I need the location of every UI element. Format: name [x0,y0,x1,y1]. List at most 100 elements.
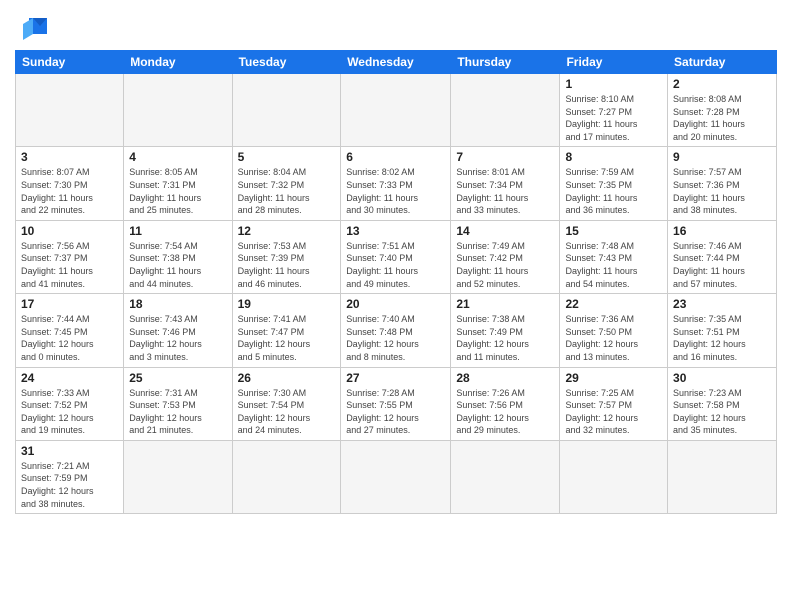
calendar-cell: 18 Sunrise: 7:43 AM Sunset: 7:46 PM Dayli… [124,294,232,367]
calendar-cell: 17Sunrise: 7:44 AM Sunset: 7:45 PM Dayli… [16,294,124,367]
day-number: 5 [238,150,336,164]
day-number: 21 [456,297,554,311]
day-number: 10 [21,224,118,238]
day-number: 3 [21,150,118,164]
day-info: Sunrise: 7:46 AM Sunset: 7:44 PM Dayligh… [673,240,771,290]
calendar-cell: 15 Sunrise: 7:48 AM Sunset: 7:43 PM Dayli… [560,220,668,293]
calendar-table: SundayMondayTuesdayWednesdayThursdayFrid… [15,50,777,514]
calendar-cell: 16 Sunrise: 7:46 AM Sunset: 7:44 PM Dayli… [668,220,777,293]
day-info: Sunrise: 8:05 AM Sunset: 7:31 PM Dayligh… [129,166,226,216]
calendar-cell: 19Sunrise: 7:41 AM Sunset: 7:47 PM Dayli… [232,294,341,367]
calendar-cell: 20Sunrise: 7:40 AM Sunset: 7:48 PM Dayli… [341,294,451,367]
calendar-cell [560,440,668,513]
day-number: 24 [21,371,118,385]
weekday-header-tuesday: Tuesday [232,51,341,74]
day-number: 22 [565,297,662,311]
day-info: Sunrise: 7:36 AM Sunset: 7:50 PM Dayligh… [565,313,662,363]
calendar-cell: 23 Sunrise: 7:35 AM Sunset: 7:51 PM Dayli… [668,294,777,367]
day-number: 14 [456,224,554,238]
day-number: 2 [673,77,771,91]
week-row-4: 17Sunrise: 7:44 AM Sunset: 7:45 PM Dayli… [16,294,777,367]
calendar-cell: 24Sunrise: 7:33 AM Sunset: 7:52 PM Dayli… [16,367,124,440]
calendar-cell [232,440,341,513]
day-number: 18 [129,297,226,311]
day-number: 6 [346,150,445,164]
week-row-5: 24Sunrise: 7:33 AM Sunset: 7:52 PM Dayli… [16,367,777,440]
calendar-cell: 11Sunrise: 7:54 AM Sunset: 7:38 PM Dayli… [124,220,232,293]
week-row-6: 31 Sunrise: 7:21 AM Sunset: 7:59 PM Dayli… [16,440,777,513]
day-number: 19 [238,297,336,311]
day-info: Sunrise: 7:25 AM Sunset: 7:57 PM Dayligh… [565,387,662,437]
calendar-cell: 13 Sunrise: 7:51 AM Sunset: 7:40 PM Dayli… [341,220,451,293]
day-number: 20 [346,297,445,311]
calendar-cell: 8 Sunrise: 7:59 AM Sunset: 7:35 PM Daylig… [560,147,668,220]
calendar-cell [124,74,232,147]
calendar-cell: 3Sunrise: 8:07 AM Sunset: 7:30 PM Daylig… [16,147,124,220]
calendar-cell [124,440,232,513]
day-number: 28 [456,371,554,385]
day-number: 13 [346,224,445,238]
day-info: Sunrise: 7:56 AM Sunset: 7:37 PM Dayligh… [21,240,118,290]
day-info: Sunrise: 7:57 AM Sunset: 7:36 PM Dayligh… [673,166,771,216]
weekday-header-wednesday: Wednesday [341,51,451,74]
page-header [15,10,777,42]
week-row-1: 1Sunrise: 8:10 AM Sunset: 7:27 PM Daylig… [16,74,777,147]
weekday-header-saturday: Saturday [668,51,777,74]
week-row-3: 10 Sunrise: 7:56 AM Sunset: 7:37 PM Dayli… [16,220,777,293]
logo [15,14,51,42]
day-number: 30 [673,371,771,385]
day-number: 26 [238,371,336,385]
day-number: 16 [673,224,771,238]
day-info: Sunrise: 7:38 AM Sunset: 7:49 PM Dayligh… [456,313,554,363]
day-info: Sunrise: 8:01 AM Sunset: 7:34 PM Dayligh… [456,166,554,216]
weekday-header-monday: Monday [124,51,232,74]
calendar-cell: 4 Sunrise: 8:05 AM Sunset: 7:31 PM Daylig… [124,147,232,220]
calendar-cell: 22 Sunrise: 7:36 AM Sunset: 7:50 PM Dayli… [560,294,668,367]
day-info: Sunrise: 7:59 AM Sunset: 7:35 PM Dayligh… [565,166,662,216]
day-info: Sunrise: 7:35 AM Sunset: 7:51 PM Dayligh… [673,313,771,363]
calendar-cell: 14 Sunrise: 7:49 AM Sunset: 7:42 PM Dayli… [451,220,560,293]
day-info: Sunrise: 7:49 AM Sunset: 7:42 PM Dayligh… [456,240,554,290]
day-info: Sunrise: 7:21 AM Sunset: 7:59 PM Dayligh… [21,460,118,510]
day-number: 15 [565,224,662,238]
calendar-cell [451,74,560,147]
day-info: Sunrise: 8:08 AM Sunset: 7:28 PM Dayligh… [673,93,771,143]
calendar-cell: 6 Sunrise: 8:02 AM Sunset: 7:33 PM Daylig… [341,147,451,220]
calendar-cell: 27Sunrise: 7:28 AM Sunset: 7:55 PM Dayli… [341,367,451,440]
weekday-header-row: SundayMondayTuesdayWednesdayThursdayFrid… [16,51,777,74]
calendar-cell: 31 Sunrise: 7:21 AM Sunset: 7:59 PM Dayli… [16,440,124,513]
day-info: Sunrise: 7:28 AM Sunset: 7:55 PM Dayligh… [346,387,445,437]
day-number: 31 [21,444,118,458]
day-info: Sunrise: 8:02 AM Sunset: 7:33 PM Dayligh… [346,166,445,216]
weekday-header-friday: Friday [560,51,668,74]
weekday-header-sunday: Sunday [16,51,124,74]
day-number: 1 [565,77,662,91]
calendar-cell: 1Sunrise: 8:10 AM Sunset: 7:27 PM Daylig… [560,74,668,147]
day-number: 4 [129,150,226,164]
day-info: Sunrise: 7:53 AM Sunset: 7:39 PM Dayligh… [238,240,336,290]
calendar-cell [232,74,341,147]
calendar-cell: 26 Sunrise: 7:30 AM Sunset: 7:54 PM Dayli… [232,367,341,440]
calendar-cell: 10 Sunrise: 7:56 AM Sunset: 7:37 PM Dayli… [16,220,124,293]
calendar-cell [341,440,451,513]
day-info: Sunrise: 7:26 AM Sunset: 7:56 PM Dayligh… [456,387,554,437]
calendar-page: SundayMondayTuesdayWednesdayThursdayFrid… [0,0,792,612]
day-number: 23 [673,297,771,311]
weekday-header-thursday: Thursday [451,51,560,74]
calendar-cell [16,74,124,147]
day-number: 25 [129,371,226,385]
day-info: Sunrise: 7:30 AM Sunset: 7:54 PM Dayligh… [238,387,336,437]
day-info: Sunrise: 7:48 AM Sunset: 7:43 PM Dayligh… [565,240,662,290]
calendar-cell: 7Sunrise: 8:01 AM Sunset: 7:34 PM Daylig… [451,147,560,220]
calendar-cell: 5Sunrise: 8:04 AM Sunset: 7:32 PM Daylig… [232,147,341,220]
day-info: Sunrise: 7:43 AM Sunset: 7:46 PM Dayligh… [129,313,226,363]
day-number: 11 [129,224,226,238]
calendar-cell: 29Sunrise: 7:25 AM Sunset: 7:57 PM Dayli… [560,367,668,440]
day-info: Sunrise: 7:51 AM Sunset: 7:40 PM Dayligh… [346,240,445,290]
logo-icon [19,14,51,42]
day-number: 8 [565,150,662,164]
week-row-2: 3Sunrise: 8:07 AM Sunset: 7:30 PM Daylig… [16,147,777,220]
day-number: 9 [673,150,771,164]
calendar-cell: 9 Sunrise: 7:57 AM Sunset: 7:36 PM Daylig… [668,147,777,220]
calendar-cell [451,440,560,513]
